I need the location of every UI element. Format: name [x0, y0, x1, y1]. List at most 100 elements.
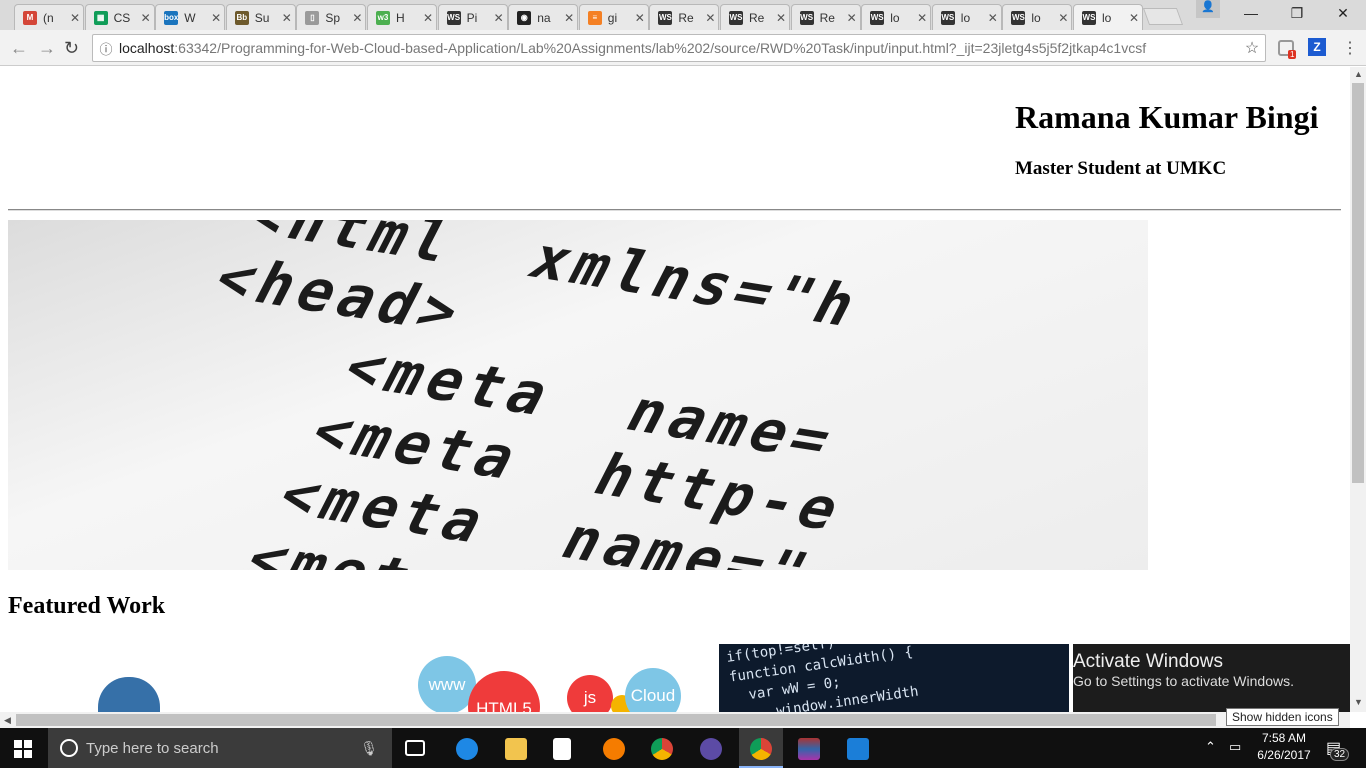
tab-title: Pi: [466, 10, 478, 25]
system-clock[interactable]: 7:58 AM 6/26/2017: [1252, 730, 1316, 764]
gmail-icon: M: [23, 10, 37, 25]
bubble-js: js: [567, 675, 613, 712]
extension-badge: 1: [1288, 50, 1297, 59]
file-explorer-icon[interactable]: [505, 738, 527, 760]
zotero-extension-icon[interactable]: Z: [1308, 38, 1326, 56]
tab-13[interactable]: WS lo ✕: [931, 4, 1002, 30]
webstorm-icon: WS: [799, 10, 814, 25]
winrar-icon[interactable]: [798, 738, 820, 760]
vertical-scroll-thumb[interactable]: [1352, 83, 1364, 483]
close-tab-icon[interactable]: ✕: [279, 11, 295, 25]
webstorm-icon: WS: [870, 10, 885, 25]
microphone-icon[interactable]: 🎙: [360, 740, 378, 757]
cortana-icon[interactable]: [60, 739, 78, 757]
chrome-icon[interactable]: [651, 738, 673, 760]
chrome-icon[interactable]: [750, 738, 772, 760]
tab-1[interactable]: ▦ CS ✕: [84, 4, 155, 30]
close-tab-icon[interactable]: ✕: [67, 11, 83, 25]
horizontal-scroll-thumb[interactable]: [16, 714, 1216, 726]
new-tab-button[interactable]: [1142, 8, 1184, 25]
bubble-label: HTML5: [476, 699, 532, 712]
webstorm-icon: WS: [446, 10, 461, 25]
stackoverflow-icon: ≡: [587, 10, 602, 25]
tab-14[interactable]: WS lo ✕: [1002, 4, 1073, 30]
minimize-button[interactable]: —: [1228, 0, 1274, 26]
close-tab-icon[interactable]: ✕: [138, 11, 154, 25]
tab-4[interactable]: ▯ Sp ✕: [296, 4, 367, 30]
work-item-python-image: [98, 677, 160, 712]
info-icon[interactable]: ⓘ: [93, 39, 119, 58]
profile-icon[interactable]: 👤: [1196, 0, 1220, 18]
tab-title: W: [184, 10, 196, 25]
taskbar-search-box[interactable]: Type here to search 🎙: [48, 728, 392, 768]
tab-title: H: [396, 10, 405, 25]
back-icon[interactable]: ←: [10, 38, 28, 59]
tab-0[interactable]: M (n ✕: [14, 4, 84, 30]
header: Ramana Kumar Bingi Master Student at UMK…: [1015, 99, 1318, 180]
tab-active[interactable]: WS lo ✕: [1073, 4, 1143, 30]
tab-8[interactable]: ≡ gi ✕: [578, 4, 649, 30]
maximize-button[interactable]: ❐: [1274, 0, 1320, 26]
windows-start-icon[interactable]: [14, 740, 32, 758]
close-tab-icon[interactable]: ✕: [702, 11, 718, 25]
tab-10[interactable]: WS Re ✕: [720, 4, 790, 30]
reload-icon[interactable]: ↻: [64, 38, 79, 59]
tab-title: Sp: [325, 10, 341, 25]
webstorm-icon: WS: [658, 10, 673, 25]
close-tab-icon[interactable]: ✕: [844, 11, 860, 25]
work-item-code-image: if(top!=self) function calcWidth() { var…: [719, 644, 1069, 712]
shield-extension-icon[interactable]: 1: [1278, 40, 1297, 59]
tab-3[interactable]: Bb Su ✕: [225, 4, 296, 30]
scroll-left-icon[interactable]: ◀: [4, 715, 11, 726]
vertical-scrollbar[interactable]: ▲ ▼: [1350, 67, 1366, 712]
featured-work-heading: Featured Work: [8, 593, 166, 619]
close-tab-icon[interactable]: ✕: [349, 11, 365, 25]
close-tab-icon[interactable]: ✕: [914, 11, 930, 25]
url-text[interactable]: localhost:63342/Programming-for-Web-Clou…: [119, 40, 1239, 56]
tab-title: (n: [43, 10, 54, 25]
close-tab-icon[interactable]: ✕: [208, 11, 224, 25]
address-bar[interactable]: ⓘ localhost:63342/Programming-for-Web-Cl…: [92, 34, 1266, 62]
document-icon: ▯: [305, 10, 320, 25]
battery-icon[interactable]: ▭: [1229, 739, 1241, 755]
w3schools-icon: w3: [376, 10, 390, 25]
chevron-up-icon[interactable]: ⌃: [1205, 739, 1216, 755]
close-tab-icon[interactable]: ✕: [985, 11, 1001, 25]
box-icon: box: [164, 10, 178, 25]
webstorm-taskbar-icon[interactable]: [847, 738, 869, 760]
divider: [8, 209, 1341, 211]
scroll-up-icon[interactable]: ▲: [1354, 69, 1363, 79]
firefox-icon[interactable]: [603, 738, 625, 760]
tab-2[interactable]: box W ✕: [155, 4, 226, 30]
clock-time: 7:58 AM: [1261, 731, 1307, 745]
bookmark-star-icon[interactable]: ☆: [1239, 38, 1265, 58]
horizontal-scrollbar[interactable]: ◀: [0, 712, 1350, 728]
store-icon[interactable]: [553, 738, 571, 760]
close-tab-icon[interactable]: ✕: [420, 11, 436, 25]
tab-9[interactable]: WS Re ✕: [649, 4, 720, 30]
close-tab-icon[interactable]: ✕: [491, 11, 507, 25]
search-placeholder: Type here to search: [86, 739, 219, 757]
activate-windows-watermark: Activate Windows Go to Settings to activ…: [1073, 651, 1294, 689]
edge-icon[interactable]: [456, 738, 478, 760]
close-tab-icon[interactable]: ✕: [632, 11, 648, 25]
close-tab-icon[interactable]: ✕: [561, 11, 577, 25]
webstorm-icon: WS: [1082, 10, 1096, 25]
task-view-icon[interactable]: [405, 740, 425, 756]
tab-title: Su: [254, 10, 270, 25]
scroll-down-icon[interactable]: ▼: [1354, 697, 1363, 707]
close-window-button[interactable]: ✕: [1320, 0, 1366, 26]
tab-12[interactable]: WS lo ✕: [861, 4, 932, 30]
close-tab-icon[interactable]: ✕: [1055, 11, 1071, 25]
app-icon[interactable]: [700, 738, 722, 760]
webstorm-icon: WS: [940, 10, 955, 25]
tab-5[interactable]: w3 H ✕: [367, 4, 437, 30]
tab-7[interactable]: ◉ na ✕: [508, 4, 579, 30]
tab-title: CS: [113, 10, 131, 25]
chrome-menu-icon[interactable]: ⋮: [1342, 38, 1358, 58]
tab-11[interactable]: WS Re ✕: [790, 4, 861, 30]
tab-6[interactable]: WS Pi ✕: [437, 4, 508, 30]
close-tab-icon[interactable]: ✕: [773, 11, 789, 25]
close-tab-icon[interactable]: ✕: [1126, 11, 1142, 25]
forward-icon[interactable]: →: [38, 38, 56, 59]
